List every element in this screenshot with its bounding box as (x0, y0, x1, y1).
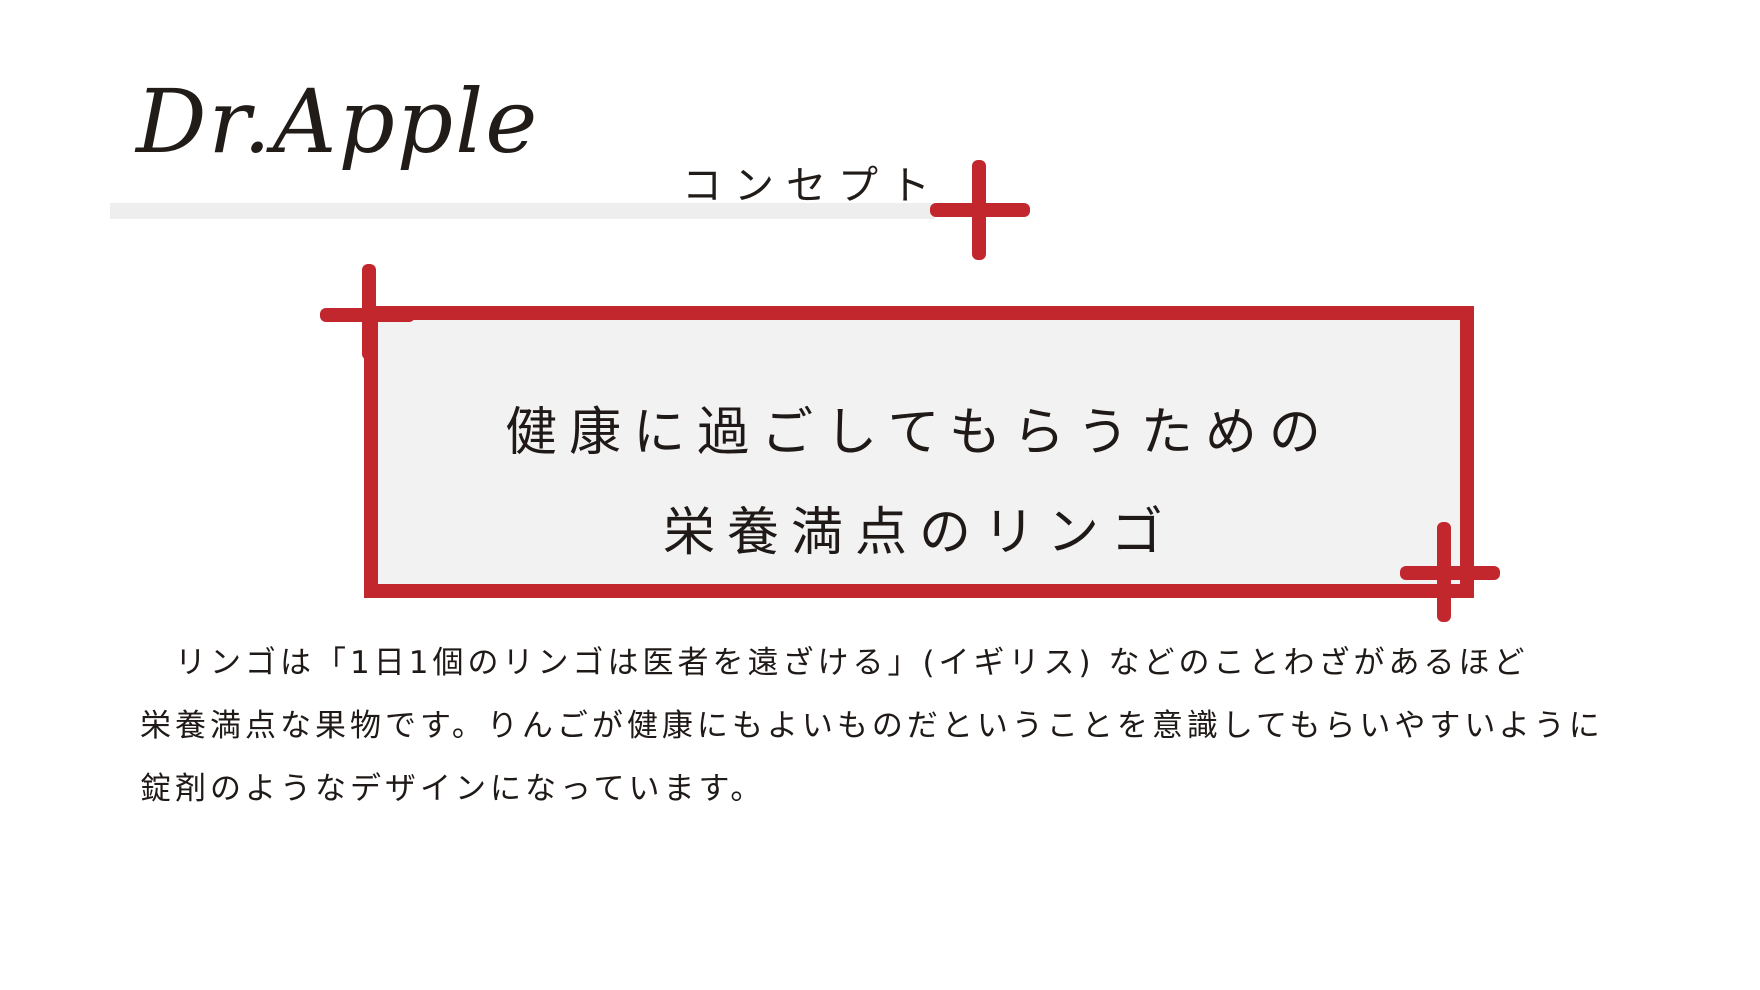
corner-mark-vertical (1437, 522, 1451, 622)
concept-description: リンゴは「1日1個のリンゴは医者を遠ざける」(イギリス) などのことわざがあるほ… (140, 632, 1680, 821)
description-line-2: 栄養満点な果物です。りんごが健康にもよいものだということを意識してもらいやすいよ… (140, 708, 1604, 744)
headline-line-2: 栄養満点のリンゴ (662, 503, 1175, 563)
brand-logo: Dr.Apple (136, 70, 540, 173)
headline-line-1: 健康に過ごしてもらうための (505, 403, 1333, 463)
header-divider (110, 203, 935, 219)
description-line-1: リンゴは「1日1個のリンゴは医者を遠ざける」(イギリス) などのことわざがあるほ… (140, 645, 1529, 681)
headline-panel: 健康に過ごしてもらうための 栄養満点のリンゴ (364, 306, 1474, 598)
plus-mark-vertical (972, 160, 986, 260)
description-line-3: 錠剤のようなデザインになっています。 (140, 771, 766, 807)
corner-mark-vertical (362, 264, 376, 360)
